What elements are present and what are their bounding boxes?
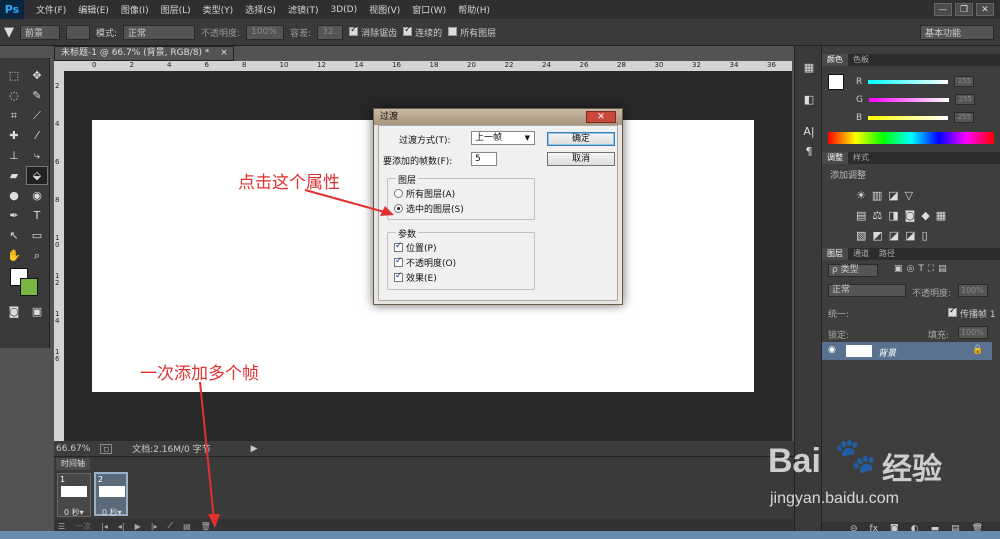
arrow-head-2	[208, 514, 220, 528]
arrow-to-tween-button	[199, 381, 215, 521]
baidu-watermark: Bai 🐾 经验 jingyan.baidu.com	[748, 430, 988, 520]
watermark-brand: Bai	[768, 442, 821, 480]
paw-icon: 🐾	[834, 436, 877, 476]
watermark-url: jingyan.baidu.com	[770, 490, 899, 507]
arrow-to-selected-layers	[304, 189, 389, 214]
watermark-brand-2: 经验	[882, 452, 942, 487]
os-taskbar	[0, 531, 1000, 539]
